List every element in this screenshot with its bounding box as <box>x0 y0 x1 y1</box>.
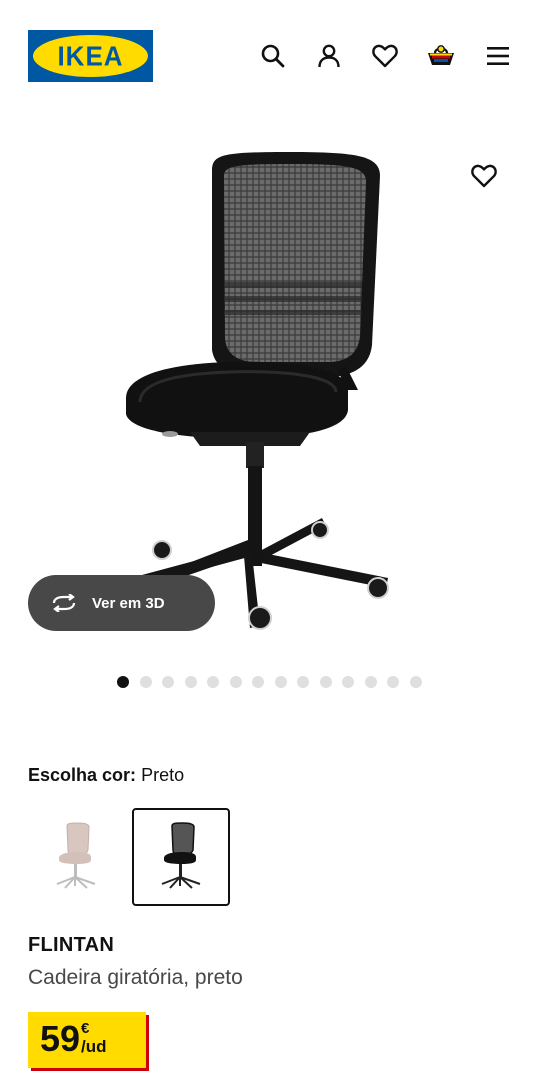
rotate-3d-icon <box>52 594 76 612</box>
carousel-dot[interactable] <box>387 676 399 688</box>
carousel-dot[interactable] <box>162 676 174 688</box>
carousel-dot[interactable] <box>139 676 152 688</box>
carousel-dot[interactable] <box>252 676 264 688</box>
add-to-favourites-button[interactable] <box>466 158 502 194</box>
price-unit: /ud <box>81 1037 107 1056</box>
carousel-dot[interactable] <box>297 676 309 688</box>
carousel-dot[interactable] <box>274 676 287 688</box>
color-selection-label: Escolha cor: Preto <box>28 765 184 786</box>
account-icon[interactable] <box>311 38 347 74</box>
color-label-title: Escolha cor: <box>28 765 137 785</box>
logo-text: IKEA <box>57 39 124 72</box>
color-option-beige[interactable] <box>27 808 125 906</box>
price-integer: 59 <box>40 1018 81 1059</box>
heart-icon <box>471 164 497 188</box>
menu-icon[interactable] <box>480 38 516 74</box>
basket-icon[interactable] <box>423 38 459 74</box>
product-name: FLINTAN <box>28 934 115 956</box>
chair-black-thumbnail <box>161 822 201 889</box>
carousel-dot[interactable] <box>117 676 129 688</box>
search-icon[interactable] <box>255 38 291 74</box>
product-image[interactable] <box>100 140 410 640</box>
carousel-dot[interactable] <box>229 676 242 688</box>
carousel-dot[interactable] <box>409 676 422 688</box>
carousel-dot[interactable] <box>342 676 354 688</box>
price-currency: € <box>81 1020 90 1037</box>
logo-oval: IKEA <box>33 35 148 77</box>
view-3d-button[interactable]: Ver em 3D <box>28 575 215 631</box>
color-label-value: Preto <box>141 765 185 785</box>
favourites-icon[interactable] <box>367 38 403 74</box>
color-option-preto[interactable] <box>132 808 230 906</box>
carousel-dot[interactable] <box>207 676 219 688</box>
view-3d-label: Ver em 3D <box>92 594 165 612</box>
chair-beige-thumbnail <box>56 822 96 889</box>
carousel-dot[interactable] <box>364 676 377 688</box>
price-tag: 59 € /ud <box>28 1012 146 1068</box>
carousel-indicator <box>117 676 422 688</box>
product-description: Cadeira giratória, preto <box>28 966 243 989</box>
ikea-logo[interactable]: IKEA <box>28 30 153 82</box>
carousel-dot[interactable] <box>319 676 332 688</box>
header: IKEA <box>0 0 540 110</box>
carousel-dot[interactable] <box>184 676 197 688</box>
